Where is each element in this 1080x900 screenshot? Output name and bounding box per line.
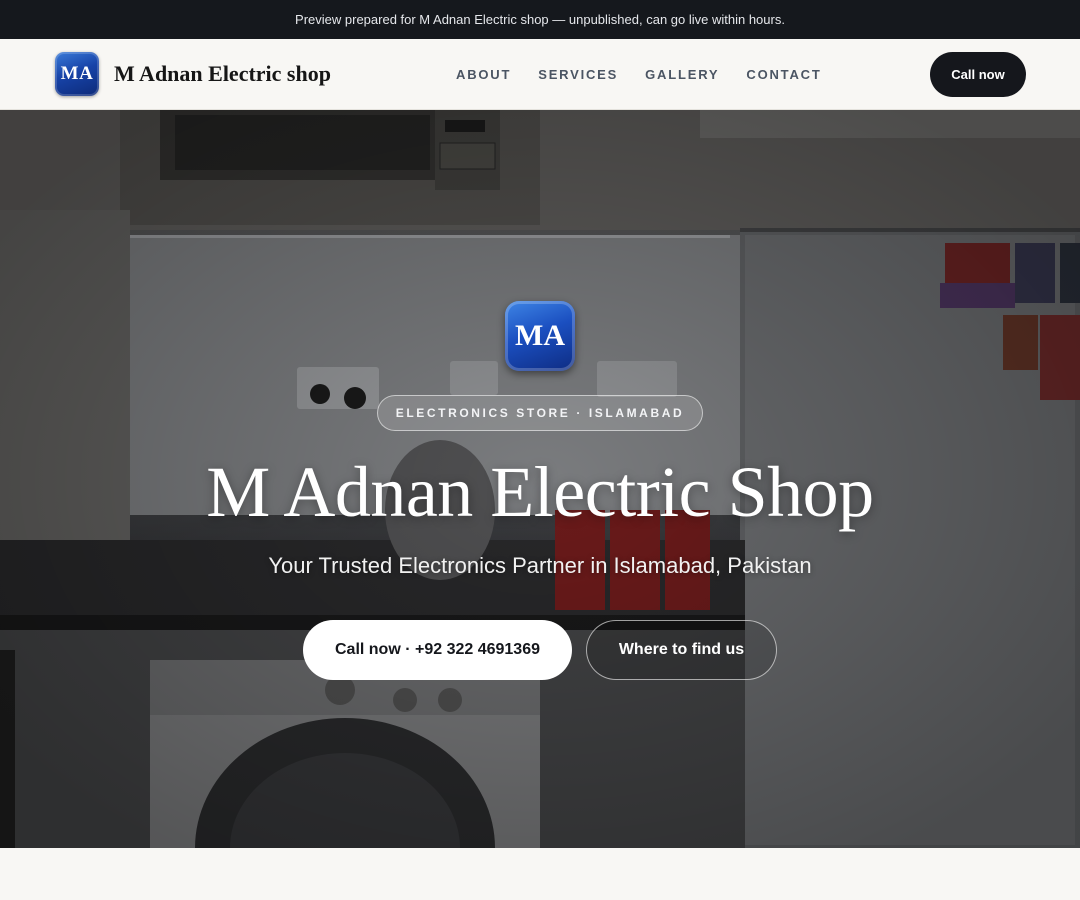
hero-section: MA ELECTRONICS STORE · ISLAMABAD M Adnan…: [0, 110, 1080, 848]
hero-logo: MA: [505, 301, 575, 371]
hero-location-button[interactable]: Where to find us: [586, 620, 777, 680]
preview-banner: Preview prepared for M Adnan Electric sh…: [0, 0, 1080, 39]
main-nav: ABOUT SERVICES GALLERY CONTACT: [456, 39, 822, 109]
nav-link-contact[interactable]: CONTACT: [746, 67, 821, 82]
header-call-button[interactable]: Call now: [930, 52, 1026, 97]
nav-link-gallery[interactable]: GALLERY: [645, 67, 719, 82]
nav-link-about[interactable]: ABOUT: [456, 67, 511, 82]
brand-logo: MA: [55, 52, 99, 96]
hero-content: MA ELECTRONICS STORE · ISLAMABAD M Adnan…: [0, 110, 1080, 848]
next-section-top: [0, 848, 1080, 900]
brand-name: M Adnan Electric shop: [114, 61, 331, 86]
hero-call-button[interactable]: Call now · +92 322 4691369: [303, 620, 572, 680]
nav-link-services[interactable]: SERVICES: [538, 67, 618, 82]
hero-title: M Adnan Electric Shop: [206, 452, 874, 532]
hero-subtitle: Your Trusted Electronics Partner in Isla…: [268, 553, 812, 578]
preview-banner-text: Preview prepared for M Adnan Electric sh…: [295, 12, 785, 27]
site-header: MA M Adnan Electric shop ABOUT SERVICES …: [0, 39, 1080, 110]
hero-badge: ELECTRONICS STORE · ISLAMABAD: [377, 395, 703, 431]
brand-link[interactable]: MA M Adnan Electric shop: [55, 52, 331, 96]
